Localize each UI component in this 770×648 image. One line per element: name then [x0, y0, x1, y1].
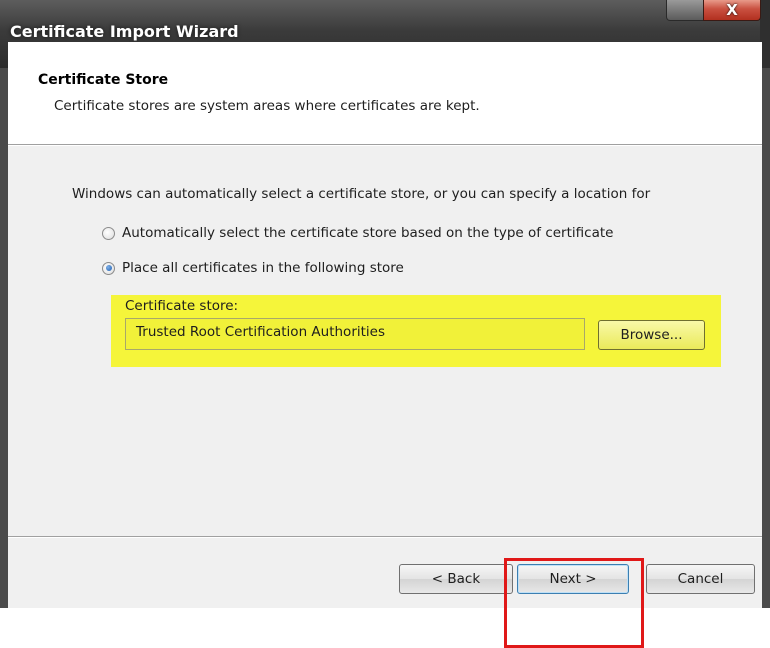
certificate-store-field: Trusted Root Certification Authorities: [125, 318, 585, 350]
minimize-button[interactable]: [666, 0, 704, 21]
footer-divider: [8, 536, 762, 538]
back-button[interactable]: < Back: [399, 564, 513, 594]
intro-text: Windows can automatically select a certi…: [72, 186, 651, 202]
next-button[interactable]: Next >: [517, 564, 629, 594]
option-auto-select[interactable]: Automatically select the certificate sto…: [102, 225, 613, 241]
wizard-header: Certificate Store Certificate stores are…: [8, 42, 762, 144]
option-place-in-store-label: Place all certificates in the following …: [122, 260, 404, 276]
option-place-in-store[interactable]: Place all certificates in the following …: [102, 260, 404, 276]
close-button[interactable]: X: [703, 0, 761, 21]
radio-place-in-store[interactable]: [102, 261, 115, 275]
wizard-content: Certificate Store Certificate stores are…: [8, 42, 762, 648]
page-title: Certificate Store: [38, 72, 169, 88]
page-description: Certificate stores are system areas wher…: [54, 98, 480, 114]
wizard-window: Certificate Import Wizard X Certificate …: [0, 0, 770, 648]
header-divider: [8, 144, 762, 146]
window-title: Certificate Import Wizard: [10, 22, 239, 41]
radio-auto-select[interactable]: [102, 226, 115, 240]
option-auto-select-label: Automatically select the certificate sto…: [122, 225, 614, 241]
browse-button[interactable]: Browse...: [598, 320, 705, 350]
cancel-button[interactable]: Cancel: [646, 564, 755, 594]
close-icon: X: [726, 0, 738, 19]
certificate-store-label: Certificate store:: [125, 298, 239, 314]
